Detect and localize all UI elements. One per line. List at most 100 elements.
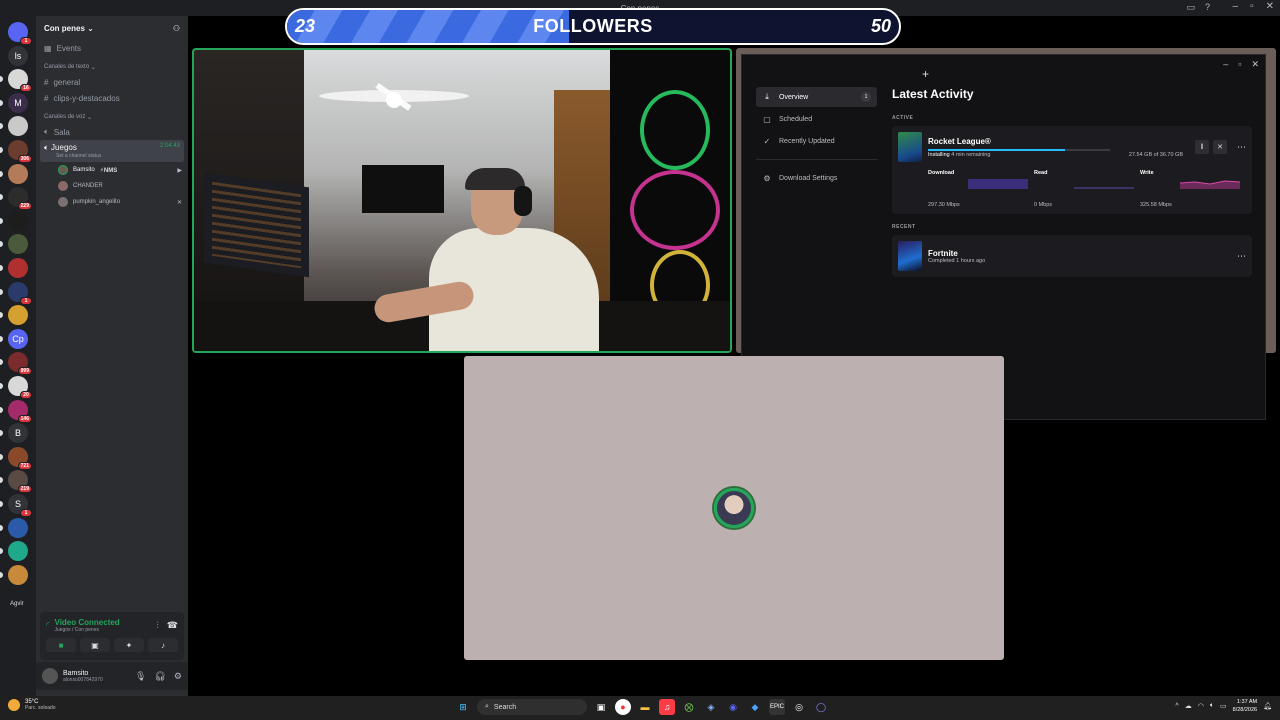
music-icon[interactable]: ♫: [659, 699, 675, 715]
weather-widget[interactable]: 35°C Parc. soleado: [8, 699, 56, 711]
maximize-icon[interactable]: ▫: [1238, 59, 1241, 70]
server-icon[interactable]: 146: [0, 399, 32, 423]
voice-member[interactable]: pumpkin_angelito ✕: [36, 194, 188, 210]
file-explorer-icon[interactable]: ▬: [637, 699, 653, 715]
copilot-icon[interactable]: ◈: [703, 699, 719, 715]
server-icon[interactable]: ls: [8, 45, 28, 66]
soundboard-button[interactable]: ♪: [148, 638, 178, 652]
game-name[interactable]: Fortnite: [928, 249, 1225, 258]
server-header[interactable]: Con penes ⌄ ⚇: [36, 16, 188, 40]
server-icon[interactable]: 20: [0, 376, 32, 399]
plus-icon[interactable]: +: [922, 67, 929, 81]
rocket-league-thumbnail[interactable]: [898, 132, 922, 162]
cancel-button[interactable]: ✕: [1213, 140, 1227, 154]
nav-scheduled[interactable]: ▢ Scheduled: [756, 109, 877, 129]
more-options-icon[interactable]: ⋯: [1237, 251, 1246, 262]
server-footer[interactable]: Agvir: [10, 601, 24, 607]
minimize-icon[interactable]: –: [1223, 59, 1228, 70]
user-panel: Bamsito alonso007842970 🎙︎ 🎧︎ ⚙: [36, 662, 188, 690]
epic-games-icon[interactable]: EPIC: [769, 699, 785, 715]
chevron-down-icon: ⌄: [90, 64, 96, 71]
inbox-icon[interactable]: ▭: [1186, 2, 1195, 13]
pause-button[interactable]: ‖: [1195, 140, 1209, 154]
obs-icon[interactable]: ◎: [791, 699, 807, 715]
close-icon[interactable]: ✕: [1251, 59, 1259, 70]
close-icon[interactable]: ✕: [1266, 1, 1274, 12]
server-icon[interactable]: 229: [0, 187, 32, 211]
fortnite-thumbnail[interactable]: [898, 241, 922, 271]
server-icon[interactable]: [0, 258, 28, 278]
participant-video-tile[interactable]: [464, 356, 1004, 660]
hash-icon: #: [44, 93, 49, 103]
disconnect-icon[interactable]: ☎: [167, 620, 178, 631]
text-category[interactable]: Canales de texto ⌄: [36, 60, 188, 74]
xbox-icon[interactable]: ⨂: [681, 699, 697, 715]
voice-category[interactable]: Canales de voz ⌄: [36, 110, 188, 124]
voice-channel-sala[interactable]: 🔈︎ Sala: [36, 124, 188, 140]
gear-icon[interactable]: ⚙: [174, 671, 182, 682]
maximize-icon[interactable]: ▫: [1250, 1, 1254, 12]
avatar: [58, 165, 68, 175]
channel-status[interactable]: Set a channel status: [44, 153, 180, 159]
help-icon[interactable]: ?: [1205, 2, 1210, 13]
server-icon[interactable]: [0, 517, 28, 538]
camera-button[interactable]: ■: [46, 638, 76, 652]
activities-button[interactable]: ✦: [114, 638, 144, 652]
server-icon[interactable]: 16: [0, 69, 32, 93]
channel-clips[interactable]: # clips-y-destacados: [36, 90, 188, 106]
unread-badge: 721: [17, 461, 32, 470]
notifications-icon[interactable]: 🔔︎: [1263, 702, 1272, 710]
server-icon[interactable]: [0, 163, 28, 184]
headphones-icon[interactable]: 🎧︎: [154, 671, 165, 682]
add-member-icon[interactable]: ⚇: [173, 24, 180, 33]
server-icon[interactable]: [0, 564, 28, 585]
microphone-icon[interactable]: 🎙︎: [135, 671, 146, 682]
streamer: [372, 168, 619, 351]
voice-member[interactable]: Bamsito ⚡NMS ▶: [36, 162, 188, 178]
server-icon[interactable]: [0, 541, 28, 562]
task-view-icon[interactable]: ▣: [593, 699, 609, 715]
channel-general[interactable]: # general: [36, 74, 188, 90]
server-icon[interactable]: 721: [0, 446, 32, 470]
server-icon[interactable]: 1: [8, 22, 32, 45]
battery-icon[interactable]: ▭: [1220, 702, 1227, 710]
chrome-icon[interactable]: ●: [615, 699, 631, 715]
game-name[interactable]: Rocket League®: [928, 137, 1189, 146]
discord-icon[interactable]: ◉: [725, 699, 741, 715]
server-icon[interactable]: 999: [0, 352, 32, 376]
nav-download-settings[interactable]: ⚙ Download Settings: [756, 168, 877, 188]
voice-member[interactable]: CHANDER: [36, 178, 188, 194]
screen-share-button[interactable]: ▣: [80, 638, 110, 652]
voice-channel-juegos[interactable]: 🔈︎ Juegos 2:04:43 Set a channel status: [40, 140, 184, 162]
server-icon[interactable]: 306: [0, 140, 32, 163]
server-icon[interactable]: S1: [0, 494, 32, 517]
minimize-icon[interactable]: –: [1233, 1, 1239, 12]
noise-suppression-icon[interactable]: ⫶: [157, 620, 159, 631]
clock[interactable]: 1:37 AM 8/28/2026: [1233, 698, 1257, 714]
server-icon[interactable]: [0, 305, 28, 326]
server-icon[interactable]: B: [0, 423, 28, 444]
volume-icon[interactable]: 🔈︎: [1210, 702, 1214, 710]
avatar[interactable]: [42, 668, 58, 684]
wifi-icon[interactable]: ◠: [1198, 702, 1204, 710]
windows-start-icon[interactable]: ⊞: [455, 699, 471, 715]
events-item[interactable]: ▦ Events: [36, 40, 188, 56]
server-icon[interactable]: Cp: [0, 328, 28, 349]
app-icon[interactable]: ◆: [747, 699, 763, 715]
server-icon[interactable]: [0, 116, 28, 137]
server-icon[interactable]: [0, 234, 28, 255]
more-options-icon[interactable]: ⋯: [1237, 142, 1246, 153]
username[interactable]: Bamsito: [63, 670, 103, 677]
webcam-video-tile[interactable]: [192, 48, 732, 353]
app-icon[interactable]: ◯: [813, 699, 829, 715]
server-icon[interactable]: M: [0, 92, 28, 113]
voice-status[interactable]: Video Connected: [55, 618, 120, 627]
server-icon[interactable]: [0, 210, 28, 231]
cloud-icon[interactable]: ☁: [1185, 702, 1192, 710]
taskbar-search[interactable]: ⌕ Search: [477, 699, 587, 715]
chevron-up-icon[interactable]: ^: [1175, 703, 1178, 710]
server-icon[interactable]: 219: [0, 470, 32, 494]
server-icon[interactable]: 1: [0, 281, 32, 305]
nav-recently-updated[interactable]: ✓ Recently Updated: [756, 131, 877, 151]
nav-overview[interactable]: ⤓ Overview 1: [756, 87, 877, 107]
